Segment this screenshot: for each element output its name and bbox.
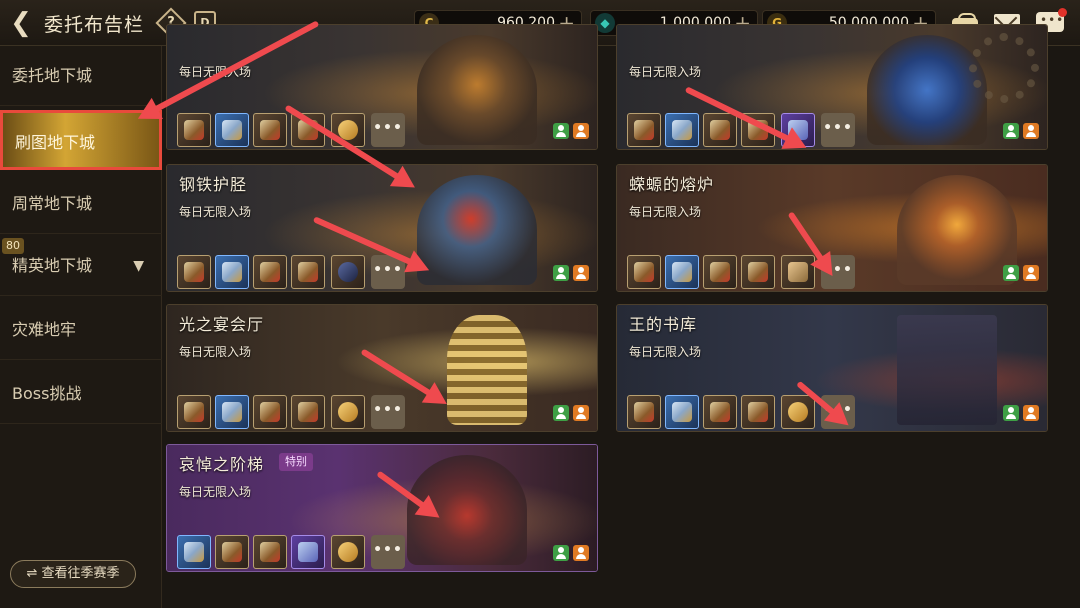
reward-item-icon[interactable] [291,255,325,289]
reward-item-icon[interactable] [177,535,211,569]
party-icon [1023,405,1039,421]
chevron-down-icon[interactable]: ▼ [133,236,144,296]
reward-item-icon[interactable] [781,395,815,429]
reward-item-icon[interactable] [741,395,775,429]
party-icon [573,265,589,281]
reward-item-icon[interactable] [215,113,249,147]
crystal-icon: ◆ [595,13,615,33]
reward-item-icon[interactable] [741,255,775,289]
party-icon [573,405,589,421]
reward-item-icon[interactable] [627,395,661,429]
back-arrow-icon[interactable]: ❮ [6,8,36,38]
reward-item-icon[interactable] [253,255,287,289]
solo-icon [553,265,569,281]
party-icon [573,123,589,139]
more-rewards-button[interactable]: ••• [371,535,405,569]
solo-icon [1003,405,1019,421]
more-rewards-button[interactable]: ••• [371,395,405,429]
more-rewards-button[interactable]: ••• [821,113,855,147]
reward-item-icon[interactable] [253,113,287,147]
sidebar-item-label: 精英地下城 [12,256,93,275]
dungeon-card[interactable]: 每日无限入场 ••• [166,24,598,150]
reward-item-icon[interactable] [177,113,211,147]
entry-limit-text: 每日无限入场 [629,345,702,359]
solo-icon [553,123,569,139]
dungeon-card[interactable]: 钢铁护胫 每日无限入场 ••• [166,164,598,292]
reward-item-icon[interactable] [703,255,737,289]
reward-item-icon[interactable] [331,255,365,289]
dungeon-name: 哀悼之阶梯 [179,455,265,474]
page-title: 委托布告栏 [44,14,145,36]
reward-item-icon[interactable] [781,255,815,289]
past-season-button[interactable]: ⇌ 查看往季赛季 [10,560,136,588]
sidebar: 委托地下城 刷图地下城 周常地下城 80 精英地下城 ▼ 灾难地牢 Boss挑战… [0,46,162,608]
dungeon-art-machine [417,35,537,145]
sidebar-item-weekly-dungeon[interactable]: 周常地下城 [0,174,162,234]
reward-item-icon[interactable] [291,535,325,569]
party-icon [573,545,589,561]
reward-item-icon[interactable] [703,395,737,429]
sidebar-item-label: 周常地下城 [12,194,93,213]
dungeon-card[interactable]: 每日无限入场 ••• [616,24,1048,150]
dungeon-name: 蝾螈的熔炉 [629,175,715,194]
dungeon-card-special[interactable]: 哀悼之阶梯 特别 每日无限入场 ••• [166,444,598,572]
reward-item-icon[interactable] [331,395,365,429]
special-tag: 特别 [279,453,313,471]
sidebar-item-label: Boss挑战 [12,384,82,403]
reward-item-icon[interactable] [331,535,365,569]
reward-item-icon[interactable] [703,113,737,147]
entry-limit-text: 每日无限入场 [179,205,252,219]
reward-item-icon[interactable] [291,395,325,429]
solo-icon [553,545,569,561]
party-icon [1023,123,1039,139]
reward-item-icon[interactable] [253,535,287,569]
sidebar-item-commission-dungeon[interactable]: 委托地下城 [0,46,162,106]
sidebar-item-elite-dungeon[interactable]: 80 精英地下城 ▼ [0,236,162,296]
reward-item-icon[interactable] [627,113,661,147]
sidebar-item-label: 灾难地牢 [12,320,77,339]
dungeon-card[interactable]: 光之宴会厅 每日无限入场 ••• [166,304,598,432]
entry-limit-text: 每日无限入场 [179,485,252,499]
entry-limit-text: 每日无限入场 [179,345,252,359]
reward-item-icon[interactable] [177,255,211,289]
sidebar-item-label: 刷图地下城 [15,133,96,152]
reward-item-icon[interactable] [253,395,287,429]
sidebar-item-disaster-dungeon[interactable]: 灾难地牢 [0,300,162,360]
entry-limit-text: 每日无限入场 [629,65,702,79]
more-rewards-button[interactable]: ••• [371,113,405,147]
dungeon-art-bookshelf [897,315,997,425]
gear-icon [969,33,1039,103]
sidebar-item-label: 委托地下城 [12,66,93,85]
level-badge: 80 [2,238,24,254]
reward-item-icon[interactable] [215,395,249,429]
party-icon [1023,265,1039,281]
solo-icon [553,405,569,421]
reward-item-icon[interactable] [665,113,699,147]
reward-item-icon[interactable] [665,255,699,289]
reward-item-icon[interactable] [177,395,211,429]
dungeon-art-machine [417,175,537,285]
dungeon-name: 钢铁护胫 [179,175,248,194]
dungeon-art-machine [867,35,987,145]
dungeon-name: 王的书库 [629,315,698,334]
reward-item-icon[interactable] [665,395,699,429]
entry-limit-text: 每日无限入场 [629,205,702,219]
sidebar-item-boss-challenge[interactable]: Boss挑战 [0,364,162,424]
dungeon-art-machine [897,175,1017,285]
reward-item-icon[interactable] [215,535,249,569]
dungeon-art-machine [447,315,527,425]
solo-icon [1003,123,1019,139]
reward-item-icon[interactable] [215,255,249,289]
dungeon-name: 光之宴会厅 [179,315,265,334]
reward-item-icon[interactable] [627,255,661,289]
solo-icon [1003,265,1019,281]
notification-dot [1058,8,1067,17]
